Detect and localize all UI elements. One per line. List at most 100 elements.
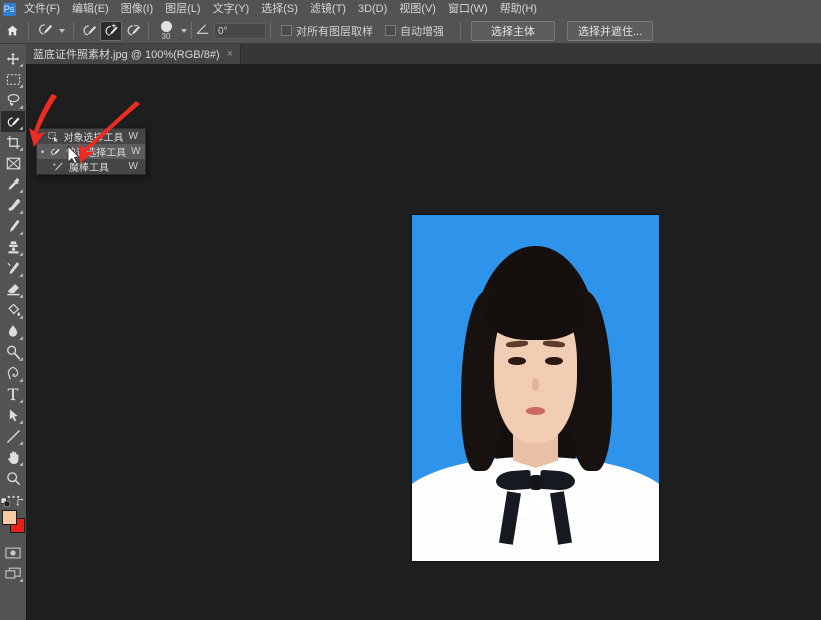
blur-tool[interactable] bbox=[1, 321, 25, 342]
close-icon[interactable]: × bbox=[227, 48, 233, 60]
menu-edit[interactable]: 编辑(E) bbox=[66, 0, 115, 18]
brush-tip-preview bbox=[160, 20, 172, 32]
zoom-tool[interactable] bbox=[1, 468, 25, 489]
flyout-item-magic-wand[interactable]: 魔棒工具 W bbox=[37, 159, 145, 174]
clone-stamp-tool[interactable] bbox=[1, 237, 25, 258]
flyout-indicator bbox=[19, 231, 23, 235]
selection-new-icon[interactable] bbox=[78, 21, 100, 41]
bowtie-knot bbox=[528, 474, 544, 491]
home-icon[interactable] bbox=[0, 18, 24, 43]
brush-tool[interactable] bbox=[1, 216, 25, 237]
flyout-indicator bbox=[19, 147, 23, 151]
document-tab[interactable]: 蓝底证件照素材.jpg @ 100%(RGB/8#) × bbox=[26, 44, 242, 64]
type-tool[interactable] bbox=[1, 384, 25, 405]
checkbox-box[interactable] bbox=[385, 25, 396, 36]
color-swatches[interactable] bbox=[0, 497, 26, 537]
move-tool[interactable] bbox=[1, 48, 25, 69]
menu-3d[interactable]: 3D(D) bbox=[352, 0, 393, 18]
menu-view[interactable]: 视图(V) bbox=[393, 0, 442, 18]
flyout-indicator bbox=[19, 294, 23, 298]
flyout-item-label: 快速选择工具 bbox=[66, 148, 127, 159]
menu-help[interactable]: 帮助(H) bbox=[494, 0, 543, 18]
screen-mode-button[interactable] bbox=[1, 563, 25, 584]
quick-selection-tool[interactable] bbox=[1, 111, 25, 132]
id-photo[interactable] bbox=[412, 215, 659, 561]
paint-bucket-tool[interactable] bbox=[1, 300, 25, 321]
eraser-tool[interactable] bbox=[1, 279, 25, 300]
select-subject-button[interactable]: 选择主体 bbox=[471, 20, 555, 41]
marquee-tool[interactable] bbox=[1, 69, 25, 90]
flyout-indicator bbox=[19, 315, 23, 319]
chevron-down-icon[interactable] bbox=[181, 28, 187, 33]
flyout-indicator bbox=[19, 126, 23, 130]
angle-input[interactable]: 0° bbox=[214, 22, 266, 39]
menu-file[interactable]: 文件(F) bbox=[18, 0, 66, 18]
eye-left bbox=[508, 356, 526, 366]
flyout-indicator bbox=[19, 105, 23, 109]
hand-tool[interactable] bbox=[1, 447, 25, 468]
default-colors-icon[interactable] bbox=[0, 497, 10, 510]
mouth bbox=[525, 407, 546, 415]
tool-flyout-menu[interactable]: 对象选择工具 W • 快速选择工具 W 魔棒工具 W bbox=[36, 128, 146, 175]
menu-filter[interactable]: 滤镜(T) bbox=[304, 0, 352, 18]
selection-add-icon[interactable] bbox=[100, 20, 122, 41]
quick-selection-icon bbox=[49, 147, 61, 157]
flyout-indicator bbox=[19, 378, 23, 382]
selection-subtract-icon[interactable] bbox=[122, 21, 144, 41]
flyout-item-shortcut: W bbox=[128, 131, 138, 142]
menu-window[interactable]: 窗口(W) bbox=[442, 0, 494, 18]
brush-size-picker[interactable]: 30 bbox=[153, 19, 179, 43]
document-tab-title: 蓝底证件照素材.jpg @ 100%(RGB/8#) bbox=[33, 49, 220, 61]
foreground-color-swatch[interactable] bbox=[2, 510, 17, 525]
eyedropper-tool[interactable] bbox=[1, 174, 25, 195]
lasso-tool[interactable] bbox=[1, 90, 25, 111]
menu-image[interactable]: 图像(I) bbox=[115, 0, 159, 18]
flyout-indicator bbox=[19, 336, 23, 340]
menu-bar: Ps 文件(F) 编辑(E) 图像(I) 图层(L) 文字(Y) 选择(S) 滤… bbox=[0, 0, 821, 18]
line-shape-tool[interactable] bbox=[1, 426, 25, 447]
divider bbox=[460, 22, 461, 39]
auto-enhance-checkbox[interactable]: 自动增强 bbox=[379, 23, 450, 39]
pen-tool[interactable] bbox=[1, 363, 25, 384]
object-selection-icon bbox=[47, 131, 59, 142]
flyout-bullet: • bbox=[41, 146, 45, 157]
flyout-item-shortcut: W bbox=[128, 161, 138, 172]
swap-colors-icon[interactable] bbox=[16, 498, 25, 509]
flyout-item-shortcut: W bbox=[131, 146, 141, 157]
menu-layer[interactable]: 图层(L) bbox=[159, 0, 206, 18]
menu-select[interactable]: 选择(S) bbox=[255, 0, 304, 18]
flyout-indicator bbox=[19, 357, 23, 361]
app-logo: Ps bbox=[0, 0, 18, 18]
crop-tool[interactable] bbox=[1, 132, 25, 153]
checkbox-box[interactable] bbox=[281, 25, 292, 36]
path-selection-tool[interactable] bbox=[1, 405, 25, 426]
quick-selection-tool-icon bbox=[37, 22, 54, 40]
tools-panel bbox=[0, 44, 26, 620]
frame-tool[interactable] bbox=[1, 153, 25, 174]
flyout-indicator bbox=[19, 399, 23, 403]
healing-brush-tool[interactable] bbox=[1, 195, 25, 216]
menu-type[interactable]: 文字(Y) bbox=[207, 0, 256, 18]
sample-all-layers-checkbox[interactable]: 对所有图层取样 bbox=[275, 23, 379, 39]
flyout-indicator bbox=[19, 578, 23, 582]
quick-mask-button[interactable] bbox=[1, 542, 25, 563]
tool-preset-picker[interactable] bbox=[33, 21, 69, 41]
chevron-down-icon[interactable] bbox=[59, 28, 65, 33]
divider bbox=[270, 22, 271, 39]
angle-icon bbox=[196, 23, 210, 38]
flyout-indicator bbox=[19, 273, 23, 277]
flyout-item-quick-selection[interactable]: • 快速选择工具 W bbox=[37, 144, 145, 159]
select-and-mask-button[interactable]: 选择并遮住... bbox=[567, 20, 654, 41]
divider bbox=[28, 22, 29, 39]
flyout-item-label: 魔棒工具 bbox=[69, 163, 109, 174]
flyout-indicator bbox=[19, 441, 23, 445]
history-brush-tool[interactable] bbox=[1, 258, 25, 279]
dodge-tool[interactable] bbox=[1, 342, 25, 363]
sample-all-layers-label: 对所有图层取样 bbox=[296, 25, 373, 38]
flyout-item-label: 对象选择工具 bbox=[63, 133, 124, 144]
brush-angle-control[interactable]: 0° bbox=[196, 22, 266, 39]
flyout-indicator bbox=[19, 189, 23, 193]
brush-size-value: 30 bbox=[161, 31, 171, 41]
flyout-indicator bbox=[19, 420, 23, 424]
flyout-item-object-selection[interactable]: 对象选择工具 W bbox=[37, 129, 145, 144]
